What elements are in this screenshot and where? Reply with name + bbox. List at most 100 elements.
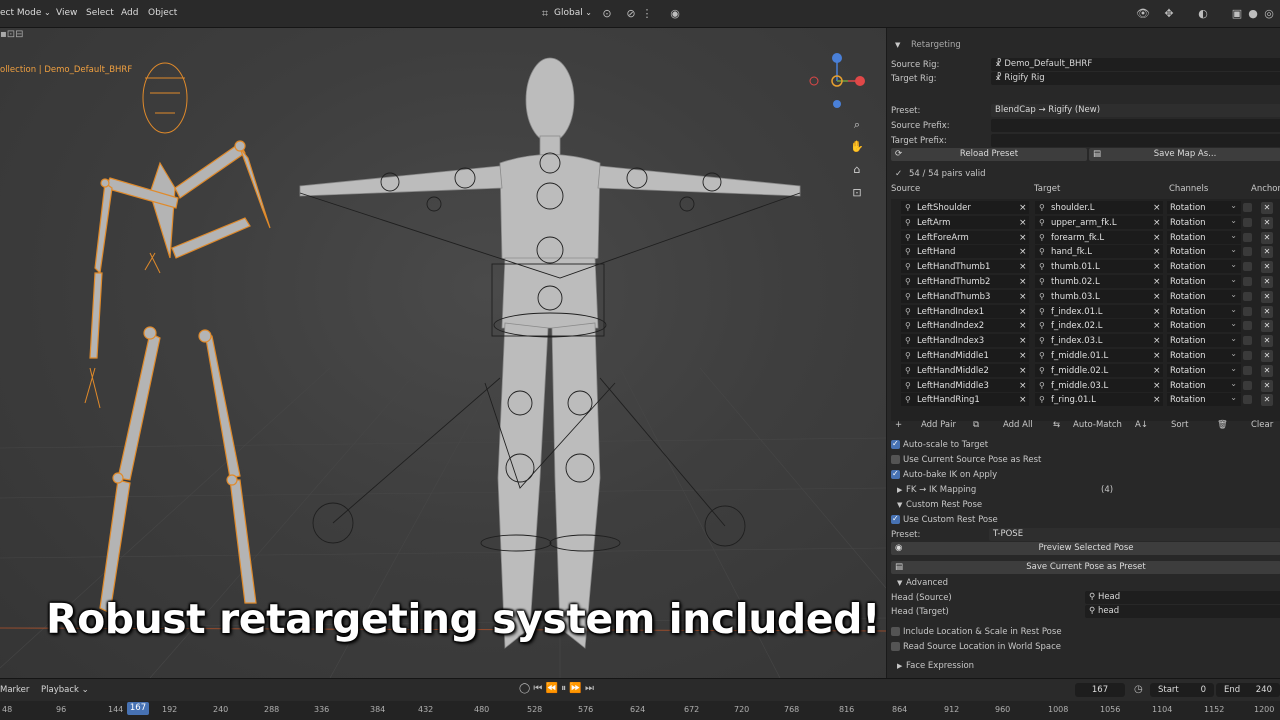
anchor-checkbox[interactable] <box>1243 247 1252 257</box>
clear-x-icon[interactable]: × <box>1153 216 1161 230</box>
snap-icon[interactable]: ⊘ <box>624 7 638 21</box>
mode-dropdown[interactable]: ect Mode <box>0 8 51 18</box>
target-bone-field[interactable]: ⚲ thumb.01.L × <box>1035 260 1163 274</box>
remove-pair-x-icon[interactable]: ✕ <box>1261 335 1273 348</box>
menu-view[interactable]: View <box>56 8 77 18</box>
pan-hand-icon[interactable]: ✋ <box>848 138 866 156</box>
target-bone-field[interactable]: ⚲ upper_arm_fk.L × <box>1035 215 1163 230</box>
channel-dropdown[interactable]: Rotation <box>1167 303 1241 318</box>
clear-x-icon[interactable]: × <box>1153 364 1161 378</box>
bone-pair-row[interactable]: ⚲LeftHandIndex1× ⚲f_index.01.L× Rotation ✕ <box>891 303 1280 319</box>
save-current-pose-button[interactable]: ▤ Save Current Pose as Preset <box>891 561 1280 574</box>
reload-preset-button[interactable]: ⟳ Reload Preset <box>891 148 1087 161</box>
expand-triangle-icon[interactable]: ▶ <box>897 659 902 673</box>
channel-dropdown[interactable]: Rotation <box>1167 362 1241 377</box>
channel-dropdown[interactable]: Rotation <box>1167 214 1241 229</box>
proportional-icon[interactable]: ◉ <box>668 7 682 21</box>
snap-target-icon[interactable]: ⋮ <box>640 7 654 21</box>
source-bone-field[interactable]: ⚲ LeftHandIndex2 × <box>901 319 1029 333</box>
head-target-field[interactable]: ⚲ head <box>1085 605 1280 618</box>
playhead-frame[interactable]: 167 <box>127 702 149 715</box>
bone-pair-row[interactable]: ⚲ LeftHandMiddle1 × ⚲ f_middle.01.L × Rotation… <box>891 347 1280 363</box>
source-bone-field[interactable]: ⚲ LeftHandThumb2 × <box>901 275 1029 288</box>
target-bone-field[interactable]: ⚲ shoulder.L × <box>1035 201 1163 214</box>
shading-material-icon[interactable]: ◎ <box>1262 7 1276 21</box>
remove-pair-x-icon[interactable]: ✕ <box>1261 246 1273 259</box>
custom-rest-pose-label[interactable]: Custom Rest Pose <box>906 498 982 512</box>
clear-button[interactable]: Clear <box>1251 418 1273 432</box>
gizmo-toggle-icon[interactable]: ✥ <box>1162 7 1176 21</box>
transform-orientation-dropdown[interactable]: Global <box>554 8 592 18</box>
rest-preset-dropdown[interactable]: T-POSE <box>989 528 1280 541</box>
playback-controls-icon[interactable]: ◯ ⏮ ⏪ ⏸ ⏩ ⏭ <box>519 683 594 694</box>
clear-x-icon[interactable]: × <box>1153 290 1161 304</box>
bone-pair-row[interactable]: ⚲LeftShoulder× ⚲shoulder.L× Rotation ✕ <box>891 199 1280 215</box>
source-bone-field[interactable]: ⚲ LeftHandThumb1 × <box>901 260 1029 274</box>
bone-pair-row[interactable]: ⚲LeftHandIndex2× ⚲f_index.02.L× Rotation ✕ <box>891 317 1280 333</box>
clear-x-icon[interactable]: × <box>1153 275 1161 289</box>
clear-x-icon[interactable]: × <box>1019 201 1027 215</box>
include-location-checkbox[interactable] <box>891 627 900 636</box>
zoom-icon[interactable]: ⌕ <box>848 116 866 134</box>
clear-x-icon[interactable]: × <box>1153 334 1161 348</box>
collapse-triangle-icon[interactable]: ▼ <box>897 576 902 590</box>
bone-pair-row[interactable]: ⚲LeftHand× ⚲hand_fk.L× Rotation ✕ <box>891 243 1280 259</box>
bone-pair-row[interactable]: ⚲LeftArm× ⚲upper_arm_fk.L× Rotation ✕ <box>891 214 1280 230</box>
remove-pair-x-icon[interactable]: ✕ <box>1261 350 1273 362</box>
fk-ik-mapping-label[interactable]: FK → IK Mapping <box>906 483 976 497</box>
target-bone-field[interactable]: ⚲ f_middle.02.L × <box>1035 363 1163 378</box>
anchor-checkbox[interactable] <box>1243 365 1252 375</box>
clear-x-icon[interactable]: × <box>1153 201 1161 215</box>
clear-x-icon[interactable]: × <box>1019 305 1027 319</box>
collapse-triangle-icon[interactable]: ▼ <box>897 498 902 512</box>
clear-x-icon[interactable]: × <box>1019 364 1027 378</box>
timeline[interactable]: Marker Playback ⌄ ◯ ⏮ ⏪ ⏸ ⏩ ⏭ 167 ◷ Star… <box>0 678 1280 720</box>
visibility-icon[interactable]: 👁 <box>1136 7 1150 21</box>
clear-x-icon[interactable]: × <box>1019 334 1027 348</box>
bone-pair-row[interactable]: ⚲LeftHandThumb3× ⚲thumb.03.L× Rotation ✕ <box>891 288 1280 304</box>
auto-match-button[interactable]: Auto-Match <box>1073 418 1122 432</box>
remove-pair-x-icon[interactable]: ✕ <box>1261 276 1273 288</box>
target-bone-field[interactable]: ⚲ f_middle.03.L × <box>1035 378 1163 392</box>
playback-menu[interactable]: Playback ⌄ <box>41 685 89 695</box>
source-bone-field[interactable]: ⚲ LeftHand × <box>901 245 1029 259</box>
bone-pair-row[interactable]: ⚲ LeftHandMiddle3 × ⚲ f_middle.03.L × Rotation… <box>891 377 1280 393</box>
clear-x-icon[interactable]: × <box>1153 245 1161 259</box>
pivot-icon[interactable]: ⊙ <box>600 7 614 21</box>
bone-pair-row[interactable]: ⚲ LeftHandMiddle2 × ⚲ f_middle.02.L × Rotation… <box>891 362 1280 378</box>
clear-x-icon[interactable]: × <box>1019 216 1027 230</box>
lock-icon[interactable]: ⊡ <box>848 184 866 202</box>
anchor-checkbox[interactable] <box>1243 380 1252 390</box>
target-bone-field[interactable]: ⚲ f_middle.01.L × <box>1035 349 1163 362</box>
target-bone-field[interactable]: ⚲ f_index.03.L × <box>1035 334 1163 348</box>
auto-scale-checkbox[interactable] <box>891 437 900 451</box>
channel-dropdown[interactable]: Rotation <box>1167 273 1241 288</box>
remove-pair-x-icon[interactable]: ✕ <box>1261 305 1273 318</box>
preview-selected-pose-button[interactable]: ◉ Preview Selected Pose <box>891 542 1280 555</box>
xray-icon[interactable]: ▣ <box>1230 7 1244 21</box>
clear-x-icon[interactable]: × <box>1019 393 1027 407</box>
source-bone-field[interactable]: ⚲ LeftHandThumb3 × <box>901 289 1029 303</box>
channel-dropdown[interactable]: Rotation <box>1167 229 1241 244</box>
source-bone-field[interactable]: ⚲ LeftHandMiddle2 × <box>901 363 1029 378</box>
target-bone-field[interactable]: ⚲ f_ring.01.L × <box>1035 393 1163 407</box>
source-bone-field[interactable]: ⚲ LeftArm × <box>901 215 1029 230</box>
channel-dropdown[interactable]: Rotation <box>1167 347 1241 362</box>
clear-x-icon[interactable]: × <box>1153 393 1161 407</box>
menu-add[interactable]: Add <box>121 8 138 18</box>
shading-solid-icon[interactable]: ● <box>1246 7 1260 21</box>
use-custom-rest-checkbox[interactable] <box>891 512 900 526</box>
remove-pair-x-icon[interactable]: ✕ <box>1261 202 1273 214</box>
auto-bake-checkbox[interactable] <box>891 467 900 481</box>
add-all-button[interactable]: Add All <box>1003 418 1033 432</box>
clear-x-icon[interactable]: × <box>1019 319 1027 333</box>
channel-dropdown[interactable]: Rotation <box>1167 391 1241 407</box>
head-source-field[interactable]: ⚲ Head <box>1085 591 1280 604</box>
clear-x-icon[interactable]: × <box>1019 275 1027 289</box>
bone-pair-row[interactable]: ⚲LeftForeArm× ⚲forearm_fk.L× Rotation ✕ <box>891 229 1280 245</box>
anchor-checkbox[interactable] <box>1243 291 1252 301</box>
clear-x-icon[interactable]: × <box>1153 349 1161 363</box>
navigation-gizmo[interactable] <box>806 50 868 112</box>
target-bone-field[interactable]: ⚲ forearm_fk.L × <box>1035 230 1163 244</box>
target-bone-field[interactable]: ⚲ thumb.03.L × <box>1035 289 1163 304</box>
